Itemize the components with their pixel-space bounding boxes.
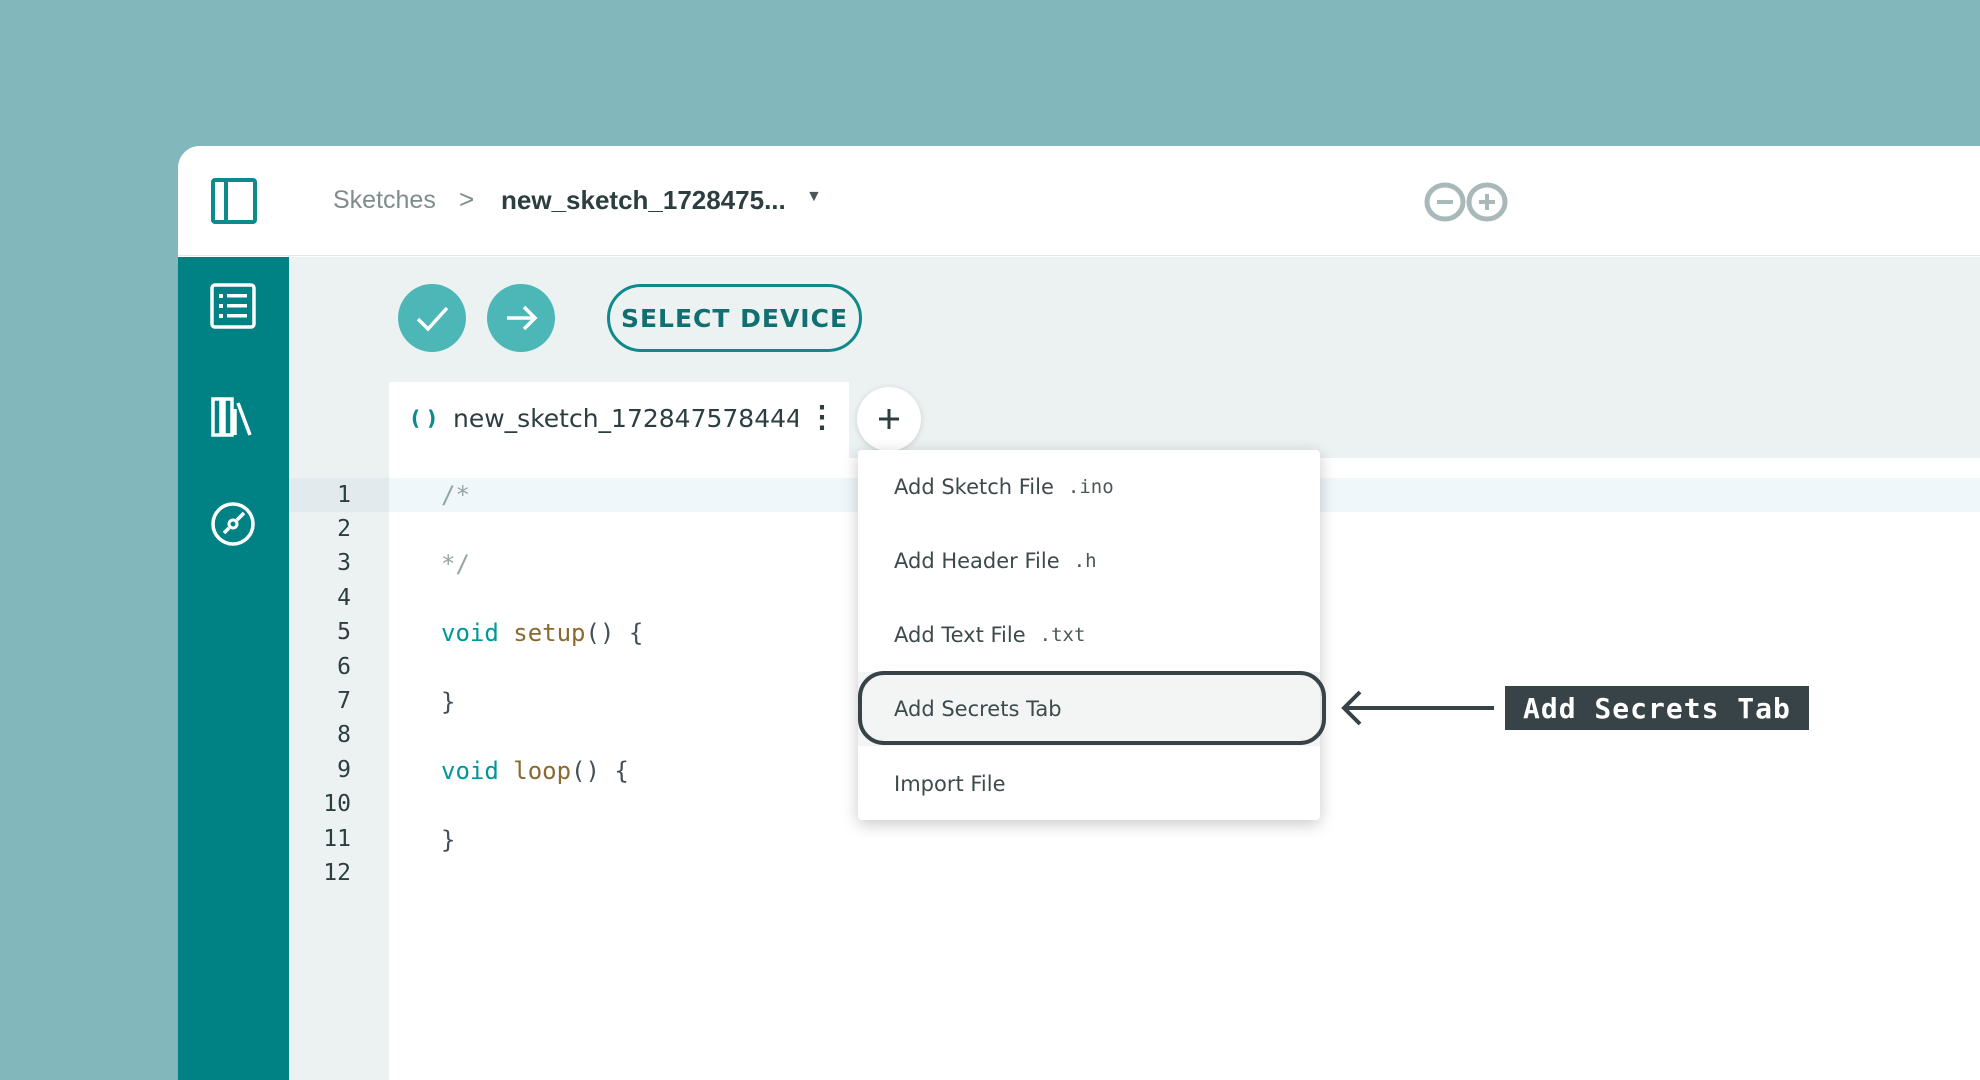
code-line: } — [441, 688, 456, 716]
arrow-right-icon — [507, 305, 538, 331]
breadcrumb-separator: > — [459, 184, 475, 214]
left-icon-rail — [178, 257, 289, 1080]
top-bar: Sketches > new_sketch_1728475... ▼ — [178, 146, 1980, 256]
reference-compass-icon[interactable] — [208, 499, 258, 549]
menu-item-label: Import File — [894, 772, 1006, 796]
line-number: 7 — [337, 688, 351, 714]
line-number: 10 — [323, 791, 351, 817]
sidebar-toggle-icon[interactable] — [211, 178, 257, 224]
line-number: 3 — [337, 550, 351, 576]
tab-filename: new_sketch_1728475784440 — [453, 404, 798, 433]
highlight-ring — [858, 671, 1326, 745]
menu-item-label: Add Sketch File — [894, 475, 1054, 499]
menu-item-label: Add Text File — [894, 623, 1026, 647]
line-number: 6 — [337, 654, 351, 680]
add-file-menu: Add Sketch File .ino Add Header File .h Ad… — [858, 450, 1320, 820]
code-line: /* — [441, 481, 470, 509]
sketchbook-icon[interactable] — [208, 281, 258, 331]
checkmark-icon — [416, 306, 449, 332]
code-punctuation: () { — [571, 757, 629, 785]
menu-item-add-header-file[interactable]: Add Header File .h — [858, 524, 1320, 598]
code-keyword: void — [441, 757, 499, 785]
menu-item-ext: .txt — [1039, 624, 1086, 646]
file-tab[interactable]: ( ) new_sketch_1728475784440 ⋮ — [389, 382, 849, 458]
menu-item-add-sketch-file[interactable]: Add Sketch File .ino — [858, 450, 1320, 524]
code-line: } — [441, 826, 456, 854]
caret-down-icon[interactable]: ▼ — [806, 188, 822, 206]
line-number: 4 — [337, 585, 351, 611]
code-punctuation: () { — [585, 619, 644, 647]
line-number: 1 — [337, 482, 351, 508]
code-keyword: void — [441, 619, 499, 647]
code-line: void setup() { — [441, 619, 643, 647]
code-function: loop — [513, 757, 572, 785]
arduino-logo-icon — [1424, 182, 1508, 222]
select-device-button[interactable]: SELECT DEVICE — [607, 284, 862, 352]
add-tab-button[interactable] — [857, 387, 921, 451]
upload-button[interactable] — [487, 284, 555, 352]
line-number: 2 — [337, 516, 351, 542]
menu-item-label: Add Header File — [894, 549, 1060, 573]
plus-icon — [879, 409, 899, 429]
code-line: void loop() { — [441, 757, 629, 785]
menu-item-add-text-file[interactable]: Add Text File .txt — [858, 598, 1320, 672]
breadcrumb-current-sketch[interactable]: new_sketch_1728475... — [501, 185, 786, 216]
verify-button[interactable] — [398, 284, 466, 352]
line-number: 8 — [337, 722, 351, 748]
code-function: setup — [513, 619, 586, 647]
libraries-icon[interactable] — [208, 391, 258, 441]
breadcrumb-sketches-link[interactable]: Sketches — [333, 186, 436, 215]
more-vertical-icon[interactable]: ⋮ — [807, 400, 837, 435]
line-number: 5 — [337, 619, 351, 645]
line-number: 9 — [337, 757, 351, 783]
callout-label: Add Secrets Tab — [1505, 686, 1809, 730]
menu-item-import-file[interactable]: Import File — [858, 747, 1320, 821]
menu-item-ext: .ino — [1067, 476, 1114, 498]
menu-item-ext: .h — [1073, 550, 1097, 572]
callout-arrow-icon — [1341, 690, 1494, 726]
line-number: 11 — [323, 826, 351, 852]
line-number: 12 — [323, 860, 351, 886]
code-line: */ — [441, 550, 470, 578]
code-brackets-icon: ( ) — [411, 406, 437, 430]
